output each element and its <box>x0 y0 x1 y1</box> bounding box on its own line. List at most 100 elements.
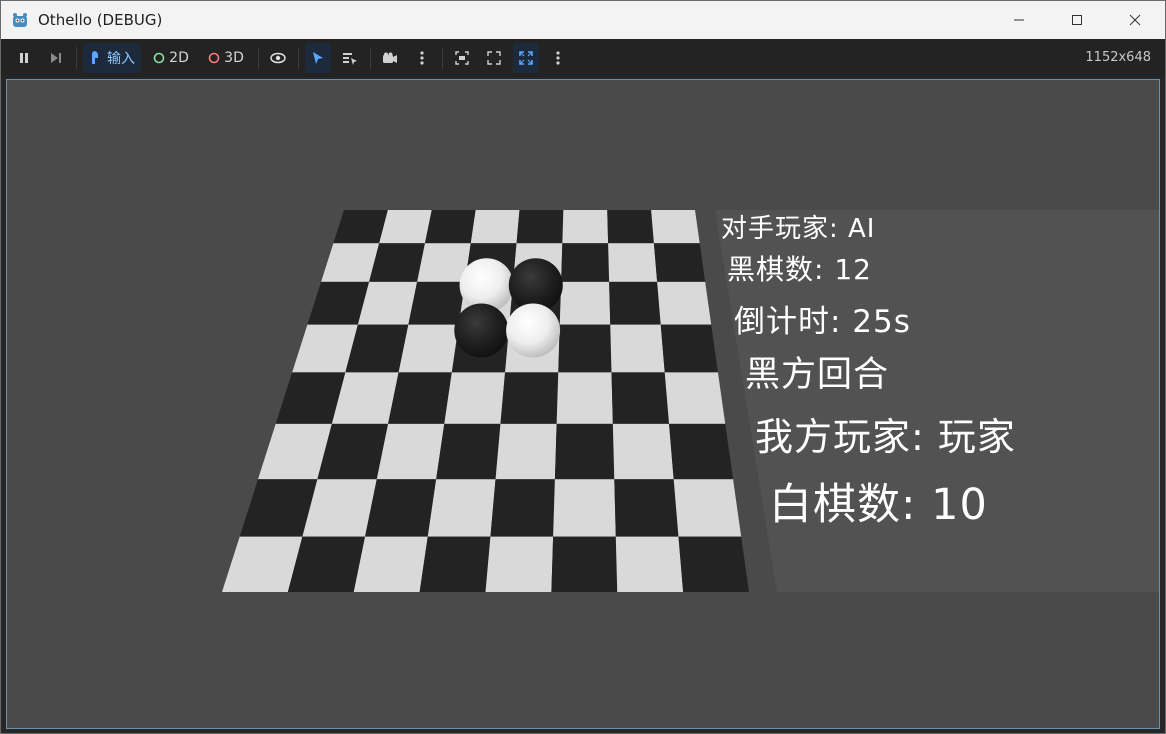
white-count-label: 白棋数: 10 <box>769 480 988 530</box>
board-cell[interactable] <box>500 372 559 424</box>
board-cell[interactable] <box>321 243 380 282</box>
camera-override-icon <box>455 51 469 65</box>
board-cell[interactable] <box>485 536 554 592</box>
input-label: 输入 <box>107 51 135 67</box>
board-cell[interactable] <box>610 324 665 373</box>
black-piece <box>454 303 509 358</box>
next-frame-button[interactable] <box>43 43 69 73</box>
board-cell[interactable] <box>657 281 712 325</box>
board-cell[interactable] <box>353 536 428 592</box>
title-bar: Othello (DEBUG) <box>1 1 1165 39</box>
more-options-button[interactable] <box>545 43 571 73</box>
maximize-viewport-button[interactable] <box>513 43 539 73</box>
board-cell[interactable] <box>653 243 706 282</box>
toolbar-separator <box>76 47 77 69</box>
board-cell[interactable] <box>554 423 615 480</box>
close-button[interactable] <box>1106 1 1164 39</box>
more-icon <box>556 51 560 65</box>
toolbar-separator <box>370 47 371 69</box>
mode-3d-label: 3D <box>224 50 244 66</box>
input-toggle[interactable]: 输入 <box>83 43 141 73</box>
camera-button[interactable] <box>377 43 403 73</box>
minimize-icon <box>1014 19 1024 21</box>
godot-icon <box>13 13 27 27</box>
toolbar-separator <box>258 47 259 69</box>
debug-toolbar: 输入 2D 3D 1152x648 <box>1 39 1165 77</box>
list-select-button[interactable] <box>337 43 363 73</box>
board-cell[interactable] <box>673 479 742 537</box>
camera-override-button[interactable] <box>449 43 475 73</box>
board-cell[interactable] <box>551 536 618 592</box>
board-cell[interactable] <box>669 423 734 480</box>
board-cell[interactable] <box>419 536 491 592</box>
pause-icon <box>20 53 28 63</box>
white-piece <box>506 303 561 358</box>
board-cell[interactable] <box>558 324 612 373</box>
visibility-button[interactable] <box>265 43 291 73</box>
minimize-button[interactable] <box>990 1 1048 39</box>
more-icon <box>420 51 424 65</box>
board-cell[interactable] <box>408 281 466 325</box>
board-cell[interactable] <box>608 243 658 282</box>
board-cell[interactable] <box>678 536 749 592</box>
black-count-label: 黑棋数: 12 <box>727 253 872 286</box>
turn-label: 黑方回合 <box>745 355 890 395</box>
mode-3d-button[interactable]: 3D <box>201 43 251 73</box>
board-cell[interactable] <box>614 479 679 537</box>
board-cell[interactable] <box>495 423 557 480</box>
board-cell[interactable] <box>490 479 555 537</box>
board-cell[interactable] <box>398 324 459 373</box>
maximize-icon <box>1072 15 1082 25</box>
select-mode-button[interactable] <box>305 43 331 73</box>
maximize-viewport-icon <box>519 51 533 65</box>
opponent-label: 对手玩家: AI <box>721 214 876 244</box>
board-cell[interactable] <box>664 372 726 424</box>
board-cell[interactable] <box>365 479 437 537</box>
self-player-label: 我方玩家: 玩家 <box>755 415 1016 459</box>
board-cell[interactable] <box>553 479 616 537</box>
board-cell[interactable] <box>376 423 445 480</box>
board-cell[interactable] <box>427 479 496 537</box>
board-cell[interactable] <box>379 210 432 244</box>
board-cell[interactable] <box>516 210 564 244</box>
board-cell[interactable] <box>660 324 718 373</box>
board-cell[interactable] <box>444 372 506 424</box>
board-cell[interactable] <box>436 423 501 480</box>
resolution-label: 1152x648 <box>1085 50 1151 65</box>
list-select-icon <box>343 53 357 65</box>
step-icon <box>51 53 61 63</box>
pause-button[interactable] <box>11 43 37 73</box>
board-cell[interactable] <box>556 372 613 424</box>
close-icon <box>1129 14 1141 26</box>
toolbar-separator <box>442 47 443 69</box>
circle-icon <box>153 52 165 64</box>
mode-2d-label: 2D <box>169 50 189 66</box>
mode-2d-button[interactable]: 2D <box>147 43 195 73</box>
toolbar-separator <box>298 47 299 69</box>
more-options-button[interactable] <box>409 43 435 73</box>
maximize-button[interactable] <box>1048 1 1106 39</box>
board-cell[interactable] <box>388 372 452 424</box>
camera-icon <box>383 52 397 63</box>
board-cell[interactable] <box>611 372 670 424</box>
board-cell[interactable] <box>562 210 609 244</box>
game-viewport[interactable]: 对手玩家: AI 黑棋数: 12 倒计时: 25s 黑方回合 我方玩家: 玩家 … <box>6 79 1160 729</box>
fullscreen-icon <box>487 51 501 65</box>
board-cell[interactable] <box>333 210 388 244</box>
board-cell[interactable] <box>651 210 700 244</box>
circle-icon <box>208 52 220 64</box>
board-cell[interactable] <box>561 243 610 282</box>
board-cell[interactable] <box>609 281 661 325</box>
game-window: Othello (DEBUG) 输入 2D 3D 1152x648 对手玩家: … <box>0 0 1166 734</box>
fullscreen-button[interactable] <box>481 43 507 73</box>
board-cell[interactable] <box>470 210 520 244</box>
board-cell[interactable] <box>424 210 476 244</box>
board-cell[interactable] <box>615 536 684 592</box>
window-title: Othello (DEBUG) <box>38 11 163 29</box>
game-scene[interactable] <box>7 80 1160 729</box>
board-cell[interactable] <box>612 423 674 480</box>
board-cell[interactable] <box>607 210 654 244</box>
board-cell[interactable] <box>559 281 611 325</box>
countdown-label: 倒计时: 25s <box>734 304 911 340</box>
eye-icon <box>270 52 286 64</box>
